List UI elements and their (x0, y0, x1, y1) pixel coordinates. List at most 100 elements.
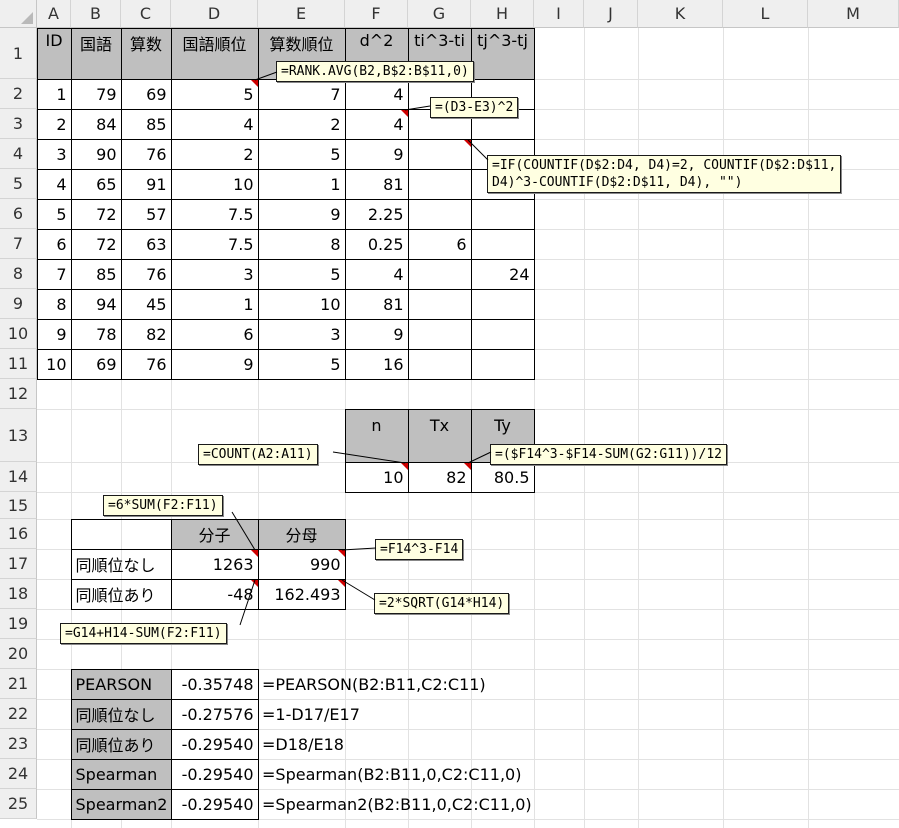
comment-note-d2[interactable]: =(D3-E3)^2 (430, 97, 519, 118)
table-cell[interactable]: 6 (170, 318, 259, 350)
table-cell[interactable]: 72 (70, 198, 122, 230)
result-formula-text[interactable]: =D18/E18 (262, 729, 582, 759)
result-value-cell[interactable]: -0.35748 (170, 668, 259, 700)
table-cell[interactable]: 72 (70, 228, 122, 260)
table-cell[interactable]: 85 (120, 108, 172, 140)
table-cell[interactable]: 3 (36, 138, 72, 170)
table-cell[interactable]: 3 (170, 258, 259, 290)
row-header-6[interactable]: 6 (0, 199, 37, 229)
row-header-17[interactable]: 17 (0, 549, 37, 579)
column-header-C[interactable]: C (121, 0, 171, 28)
table-cell[interactable]: 1 (36, 78, 72, 110)
fraction-label-cell[interactable]: 同順位なし (70, 548, 172, 580)
table-cell[interactable]: 0.25 (344, 228, 409, 260)
row-header-21[interactable]: 21 (0, 669, 37, 699)
table-cell[interactable]: 2 (257, 108, 346, 140)
result-value-cell[interactable]: -0.27576 (170, 698, 259, 730)
column-header-B[interactable]: B (71, 0, 121, 28)
table-cell[interactable]: 10 (170, 168, 259, 200)
table-cell[interactable]: 5 (257, 138, 346, 170)
fraction-header-cell[interactable]: 分母 (257, 518, 346, 550)
table-cell[interactable]: 3 (257, 318, 346, 350)
table-cell[interactable]: 4 (344, 78, 409, 110)
table-cell[interactable]: 81 (344, 288, 409, 320)
column-header-E[interactable]: E (258, 0, 345, 28)
table-cell[interactable] (470, 228, 535, 260)
header-cell[interactable]: ID (36, 27, 72, 80)
row-header-5[interactable]: 5 (0, 169, 37, 199)
table-cell[interactable] (470, 288, 535, 320)
summary-value-cell[interactable]: 80.5 (470, 461, 535, 493)
row-header-19[interactable]: 19 (0, 609, 37, 639)
comment-note-num1[interactable]: =6*SUM(F2:F11) (103, 495, 223, 516)
comment-note-ties[interactable]: =IF(COUNTIF(D$2:D4, D4)=2, COUNTIF(D$2:D… (487, 155, 842, 193)
column-header-A[interactable]: A (37, 0, 71, 28)
row-header-4[interactable]: 4 (0, 139, 37, 169)
row-header-16[interactable]: 16 (0, 519, 37, 549)
table-cell[interactable]: 7.5 (170, 198, 259, 230)
row-header-25[interactable]: 25 (0, 789, 37, 819)
table-cell[interactable]: 94 (70, 288, 122, 320)
fraction-corner-cell[interactable] (70, 518, 172, 550)
comment-note-rank[interactable]: =RANK.AVG(B2,B$2:B$11,0) (276, 61, 474, 82)
row-header-11[interactable]: 11 (0, 349, 37, 379)
table-cell[interactable]: 4 (170, 108, 259, 140)
row-header-2[interactable]: 2 (0, 79, 37, 109)
table-cell[interactable]: 1 (170, 288, 259, 320)
table-cell[interactable]: 10 (257, 288, 346, 320)
table-cell[interactable]: 57 (120, 198, 172, 230)
column-header-M[interactable]: M (808, 0, 899, 28)
row-header-8[interactable]: 8 (0, 259, 37, 289)
fraction-label-cell[interactable]: 同順位あり (70, 578, 172, 610)
table-cell[interactable]: 65 (70, 168, 122, 200)
row-header-10[interactable]: 10 (0, 319, 37, 349)
row-header-15[interactable]: 15 (0, 492, 37, 519)
row-header-20[interactable]: 20 (0, 639, 37, 669)
table-cell[interactable]: 84 (70, 108, 122, 140)
table-cell[interactable]: 76 (120, 258, 172, 290)
table-cell[interactable]: 8 (257, 228, 346, 260)
table-cell[interactable]: 24 (470, 258, 535, 290)
table-cell[interactable]: 7 (257, 78, 346, 110)
comment-note-count[interactable]: =COUNT(A2:A11) (198, 444, 318, 465)
table-cell[interactable]: 16 (344, 348, 409, 380)
result-label-cell[interactable]: PEARSON (70, 668, 172, 700)
table-cell[interactable]: 82 (120, 318, 172, 350)
header-cell[interactable]: 国語 (70, 27, 122, 80)
table-cell[interactable]: 5 (36, 198, 72, 230)
table-cell[interactable]: 9 (36, 318, 72, 350)
table-cell[interactable]: 69 (120, 78, 172, 110)
table-cell[interactable]: 5 (257, 258, 346, 290)
table-cell[interactable]: 2 (36, 108, 72, 140)
table-cell[interactable]: 10 (36, 348, 72, 380)
table-cell[interactable]: 91 (120, 168, 172, 200)
result-label-cell[interactable]: 同順位あり (70, 728, 172, 760)
column-header-G[interactable]: G (408, 0, 471, 28)
table-cell[interactable]: 79 (70, 78, 122, 110)
row-header-13[interactable]: 13 (0, 409, 37, 462)
row-header-9[interactable]: 9 (0, 289, 37, 319)
numerator-cell[interactable]: -48 (170, 578, 259, 610)
table-cell[interactable]: 2 (170, 138, 259, 170)
table-cell[interactable]: 76 (120, 348, 172, 380)
table-cell[interactable]: 63 (120, 228, 172, 260)
table-cell[interactable]: 6 (36, 228, 72, 260)
table-cell[interactable]: 9 (257, 198, 346, 230)
summary-header-cell[interactable]: Tx (407, 408, 472, 463)
row-header-12[interactable]: 12 (0, 379, 37, 409)
row-header-3[interactable]: 3 (0, 109, 37, 139)
table-cell[interactable]: 4 (36, 168, 72, 200)
table-cell[interactable]: 78 (70, 318, 122, 350)
comment-note-den2[interactable]: =2*SQRT(G14*H14) (374, 593, 510, 614)
row-header-22[interactable]: 22 (0, 699, 37, 729)
row-header-14[interactable]: 14 (0, 462, 37, 492)
result-formula-text[interactable]: =1-D17/E17 (262, 699, 582, 729)
comment-note-ty[interactable]: =($F14^3-$F14-SUM(G2:G11))/12 (490, 444, 727, 465)
table-cell[interactable]: 5 (170, 78, 259, 110)
result-label-cell[interactable]: Spearman2 (70, 788, 172, 820)
row-header-18[interactable]: 18 (0, 579, 37, 609)
table-cell[interactable]: 9 (344, 318, 409, 350)
table-cell[interactable]: 76 (120, 138, 172, 170)
table-cell[interactable] (470, 318, 535, 350)
column-header-D[interactable]: D (171, 0, 258, 28)
